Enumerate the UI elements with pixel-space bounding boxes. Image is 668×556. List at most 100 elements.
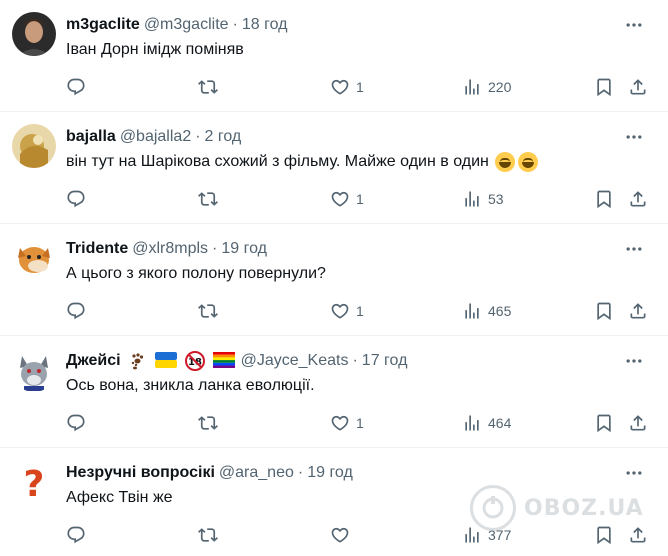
timestamp[interactable]: 19 год bbox=[307, 463, 353, 483]
watermark-emblem-icon bbox=[470, 485, 516, 531]
reply-item[interactable]: Джейсі 18 @Jayce_Keats · 17 год Ось вона… bbox=[0, 336, 668, 448]
paw-prints-icon bbox=[129, 352, 147, 370]
author-handle[interactable]: @bajalla2 bbox=[120, 127, 191, 147]
repost-button[interactable] bbox=[198, 74, 218, 100]
repost-icon bbox=[198, 416, 218, 430]
reply-button[interactable] bbox=[66, 298, 86, 324]
reply-item[interactable]: m3gaclite @m3gaclite · 18 год Іван Дорн … bbox=[0, 0, 668, 112]
reply-icon bbox=[67, 526, 85, 544]
reply-icon bbox=[67, 78, 85, 96]
bookmark-button[interactable] bbox=[594, 74, 614, 100]
like-button[interactable] bbox=[330, 522, 356, 548]
views-button[interactable]: 464 bbox=[462, 410, 511, 436]
action-bar: 1 53 bbox=[58, 186, 658, 212]
reply-button[interactable] bbox=[66, 186, 86, 212]
like-button[interactable]: 1 bbox=[330, 410, 364, 436]
avatar[interactable] bbox=[12, 12, 56, 56]
like-button[interactable]: 1 bbox=[330, 186, 364, 212]
views-icon bbox=[465, 191, 479, 207]
timestamp[interactable]: 18 год bbox=[242, 15, 288, 35]
avatar-image bbox=[12, 236, 56, 280]
avatar[interactable] bbox=[12, 348, 56, 392]
author-name[interactable]: Незручні вопросікі bbox=[66, 463, 215, 483]
separator-dot: · bbox=[195, 128, 201, 145]
bookmark-button[interactable] bbox=[594, 410, 614, 436]
repost-icon bbox=[198, 304, 218, 318]
more-icon[interactable] bbox=[622, 237, 646, 261]
bookmark-button[interactable] bbox=[594, 298, 614, 324]
share-icon bbox=[630, 415, 646, 431]
reply-button[interactable] bbox=[66, 74, 86, 100]
share-icon bbox=[630, 79, 646, 95]
author-handle[interactable]: @ara_neo bbox=[219, 463, 294, 483]
action-bar: 1 220 bbox=[58, 74, 658, 100]
share-icon bbox=[630, 303, 646, 319]
bookmark-icon bbox=[597, 78, 611, 97]
repost-button[interactable] bbox=[198, 186, 218, 212]
repost-button[interactable] bbox=[198, 298, 218, 324]
author-name[interactable]: m3gaclite bbox=[66, 15, 140, 35]
views-button[interactable]: 53 bbox=[462, 186, 504, 212]
timestamp[interactable]: 2 год bbox=[205, 127, 242, 147]
share-button[interactable] bbox=[628, 186, 648, 212]
separator-dot: · bbox=[232, 16, 238, 33]
separator-dot: · bbox=[352, 352, 358, 369]
ukraine-flag-icon bbox=[154, 352, 177, 370]
author-name[interactable]: Tridente bbox=[66, 239, 128, 259]
separator-dot: · bbox=[212, 240, 218, 257]
avatar-image: ? bbox=[12, 460, 56, 504]
views-button[interactable]: 220 bbox=[462, 74, 511, 100]
more-icon[interactable] bbox=[622, 13, 646, 37]
action-bar: 1 465 bbox=[58, 298, 658, 324]
reply-button[interactable] bbox=[66, 522, 86, 548]
author-name[interactable]: Джейсі bbox=[66, 351, 121, 371]
like-icon bbox=[331, 527, 349, 543]
reply-item[interactable]: Tridente @xlr8mpls · 19 год А цього з як… bbox=[0, 224, 668, 336]
like-button[interactable]: 1 bbox=[330, 74, 364, 100]
repost-icon bbox=[198, 192, 218, 206]
timestamp[interactable]: 19 год bbox=[221, 239, 267, 259]
avatar[interactable]: ? bbox=[12, 460, 56, 504]
reply-text: А цього з якого полону повернули? bbox=[66, 265, 326, 282]
like-icon bbox=[331, 191, 349, 207]
avatar-image bbox=[12, 124, 56, 168]
share-button[interactable] bbox=[628, 410, 648, 436]
timestamp[interactable]: 17 год bbox=[362, 351, 408, 371]
reply-text: Іван Дорн імідж поміняв bbox=[66, 41, 244, 58]
repost-button[interactable] bbox=[198, 410, 218, 436]
no-one-under-eighteen-icon: 18 bbox=[184, 351, 205, 371]
share-button[interactable] bbox=[628, 74, 648, 100]
reply-text: Ось вона, зникла ланка еволюції. bbox=[66, 377, 315, 394]
repost-button[interactable] bbox=[198, 522, 218, 548]
bookmark-icon bbox=[597, 190, 611, 209]
avatar[interactable] bbox=[12, 236, 56, 280]
bookmark-button[interactable] bbox=[594, 186, 614, 212]
author-handle[interactable]: @Jayce_Keats bbox=[241, 351, 349, 371]
like-icon bbox=[331, 303, 349, 319]
views-button[interactable]: 465 bbox=[462, 298, 511, 324]
like-button[interactable]: 1 bbox=[330, 298, 364, 324]
author-handle[interactable]: @xlr8mpls bbox=[132, 239, 208, 259]
svg-text:?: ? bbox=[24, 464, 45, 504]
watermark-text: OBOZ.UA bbox=[524, 495, 644, 521]
views-icon bbox=[465, 415, 479, 431]
grinning-squinting-emoji-icon bbox=[494, 152, 515, 172]
like-count: 1 bbox=[356, 191, 364, 207]
share-button[interactable] bbox=[628, 298, 648, 324]
repost-icon bbox=[198, 80, 218, 94]
action-bar: 1 464 bbox=[58, 410, 658, 436]
reply-icon bbox=[67, 190, 85, 208]
author-name[interactable]: bajalla bbox=[66, 127, 116, 147]
views-icon bbox=[465, 303, 479, 319]
view-count: 465 bbox=[488, 303, 512, 319]
avatar[interactable] bbox=[12, 124, 56, 168]
more-icon[interactable] bbox=[622, 349, 646, 373]
reply-item[interactable]: bajalla @bajalla2 · 2 год він тут на Шар… bbox=[0, 112, 668, 224]
view-count: 464 bbox=[488, 415, 512, 431]
like-count: 1 bbox=[356, 415, 364, 431]
author-handle[interactable]: @m3gaclite bbox=[144, 15, 229, 35]
avatar-image bbox=[12, 348, 56, 392]
reply-button[interactable] bbox=[66, 410, 86, 436]
more-icon[interactable] bbox=[622, 125, 646, 149]
view-count: 53 bbox=[488, 191, 504, 207]
